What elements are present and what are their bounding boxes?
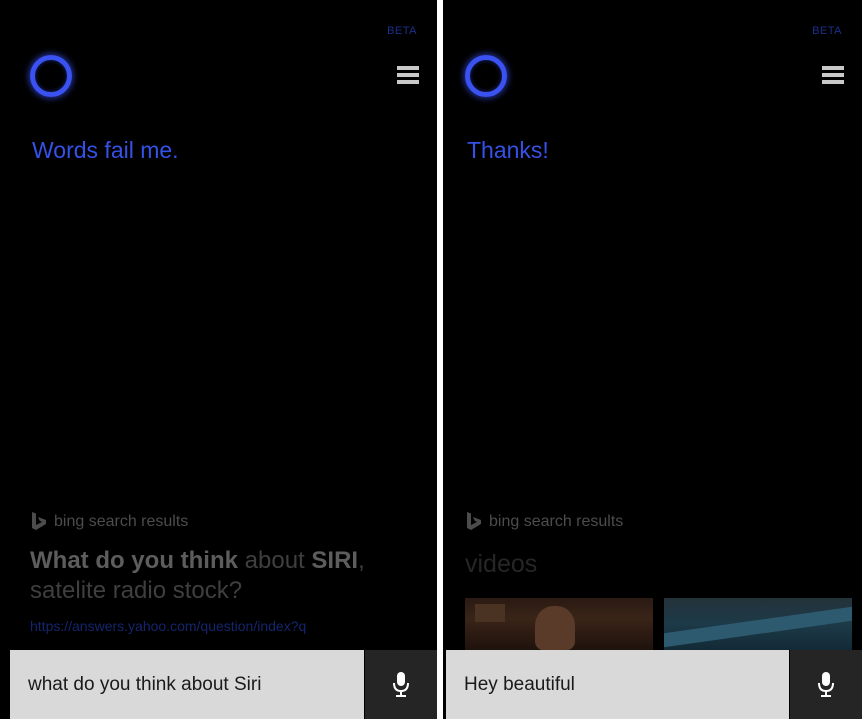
cortana-screen-left: BETA Words fail me. bing search results … (0, 0, 437, 719)
microphone-icon (393, 671, 409, 697)
bing-label: bing search results (489, 513, 624, 530)
cortana-response: Thanks! (467, 137, 549, 163)
hamburger-menu-icon[interactable] (822, 66, 844, 86)
search-input[interactable]: Hey beautiful (446, 650, 789, 719)
bing-label: bing search results (54, 513, 189, 530)
video-thumbnail[interactable] (664, 598, 852, 650)
videos-section-label: videos (465, 550, 538, 578)
search-result-link[interactable]: https://answers.yahoo.com/question/index… (30, 618, 430, 634)
bing-results-header: bing search results (465, 512, 623, 532)
microphone-button[interactable] (365, 650, 437, 719)
cortana-screen-right: BETA Thanks! bing search results videos … (443, 0, 862, 719)
bing-logo-icon (32, 512, 46, 530)
search-bar: what do you think about Siri (10, 650, 437, 719)
search-bar: Hey beautiful (446, 650, 862, 719)
hamburger-menu-icon[interactable] (397, 66, 419, 86)
cortana-icon[interactable] (30, 55, 72, 97)
search-input[interactable]: what do you think about Siri (10, 650, 364, 719)
bing-results-header: bing search results (30, 512, 188, 532)
video-thumbnail[interactable] (465, 598, 653, 650)
cortana-icon[interactable] (465, 55, 507, 97)
search-result-subtitle: satelite radio stock? (30, 577, 243, 604)
comparison-screenshot: BETA Words fail me. bing search results … (0, 0, 862, 719)
beta-label: BETA (387, 25, 417, 37)
microphone-button[interactable] (790, 650, 862, 719)
microphone-icon (818, 671, 834, 697)
search-result-title[interactable]: What do you think about SIRI, satelite r… (30, 546, 430, 606)
bing-logo-icon (467, 512, 481, 530)
beta-label: BETA (812, 25, 842, 37)
cortana-response: Words fail me. (32, 137, 179, 163)
